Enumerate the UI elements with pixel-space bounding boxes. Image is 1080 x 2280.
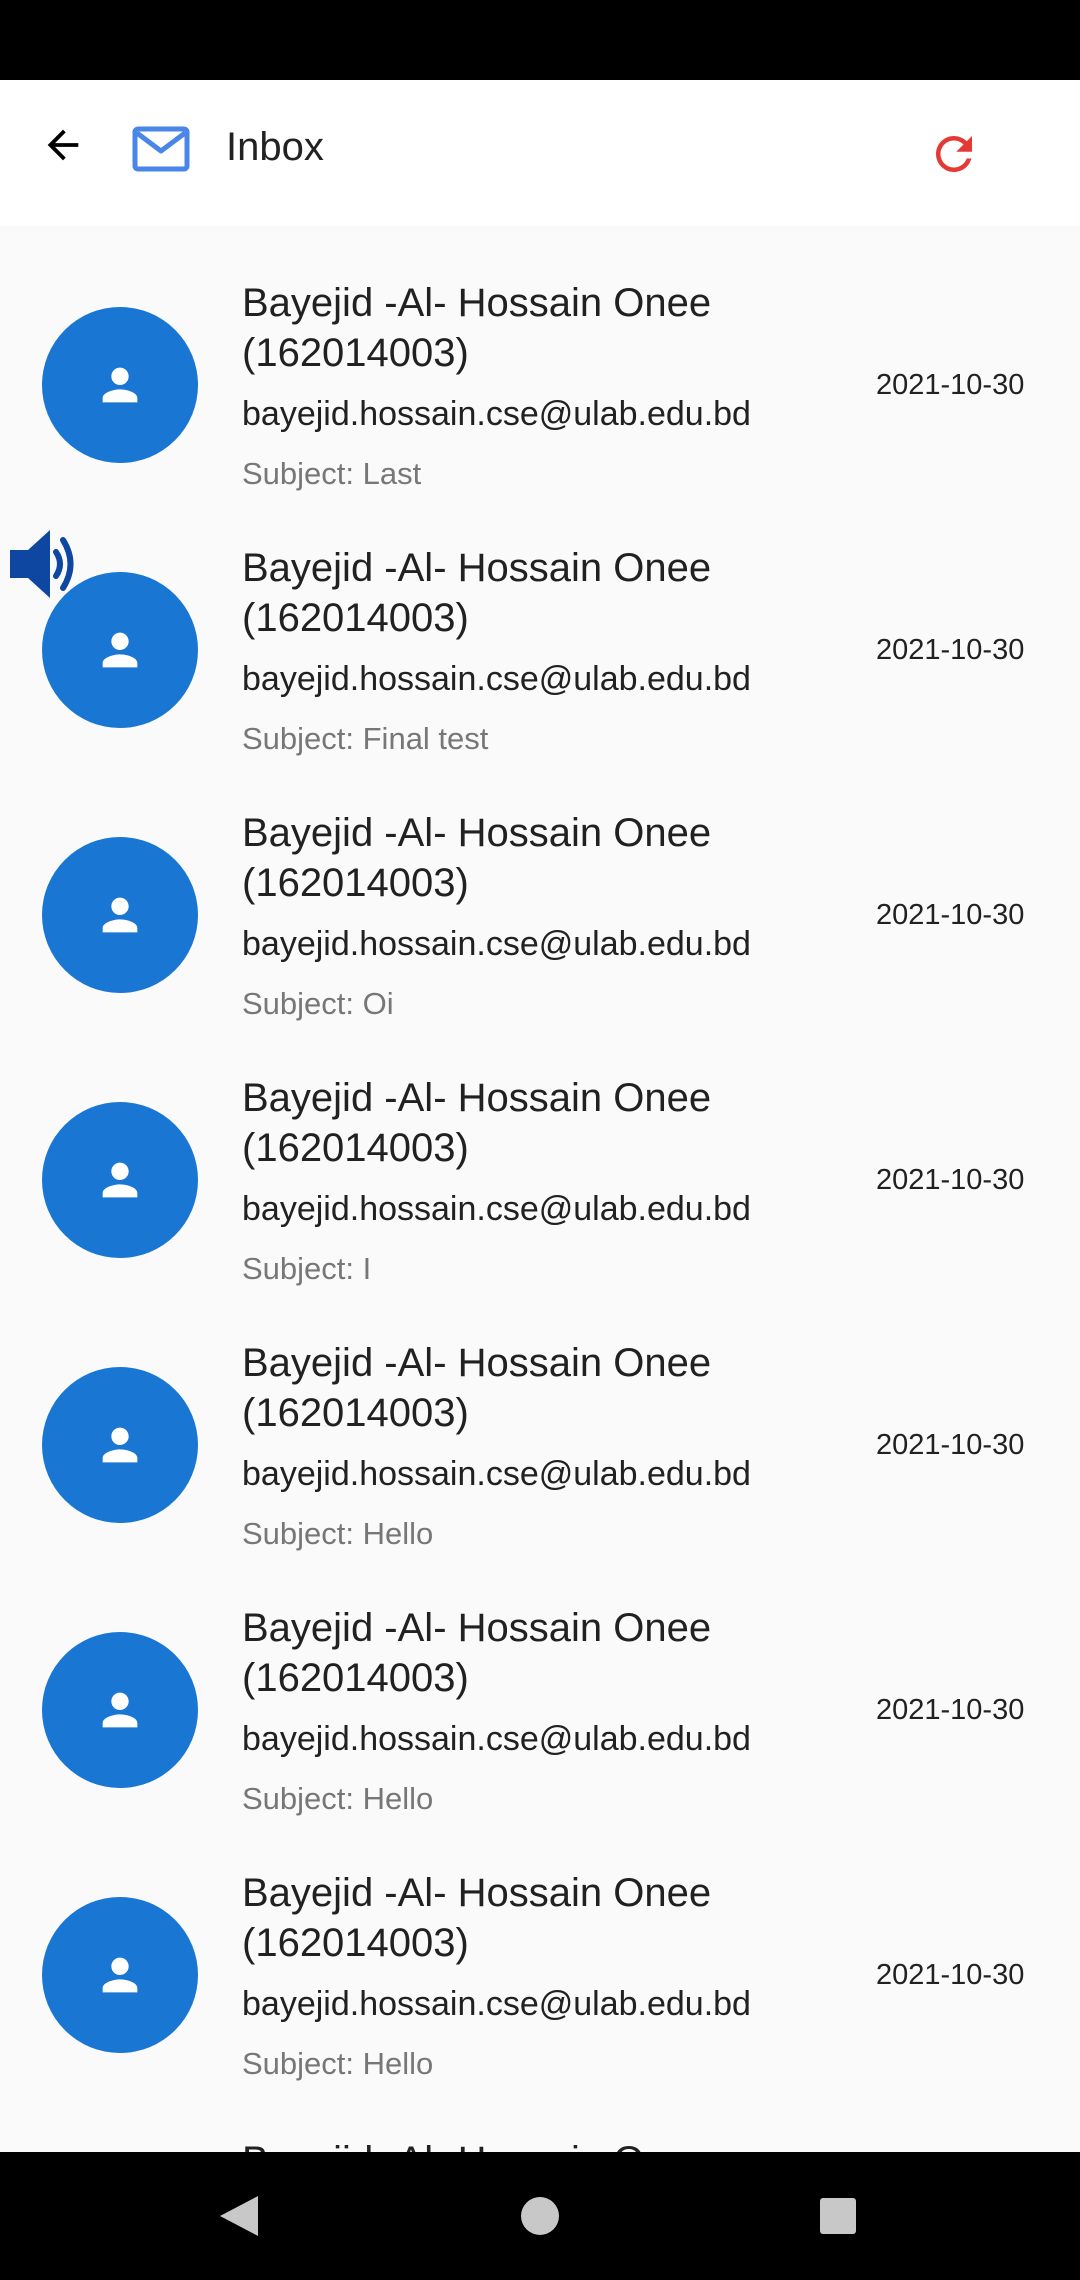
sender-email: bayejid.hossain.cse@ulab.edu.bd xyxy=(242,1985,751,2023)
sender-name: Bayejid -Al- Hossain Onee (162014003) xyxy=(242,1076,712,1170)
mail-icon xyxy=(132,126,190,172)
sender-email: bayejid.hossain.cse@ulab.edu.bd xyxy=(242,660,751,698)
email-date: 2021-10-30 xyxy=(876,1959,1025,1991)
volume-icon[interactable] xyxy=(8,526,80,602)
person-icon xyxy=(102,1692,138,1728)
sender-email: bayejid.hossain.cse@ulab.edu.bd xyxy=(242,1190,751,1228)
sender-name: Bayejid -Al- Hossain Onee (162014003) xyxy=(242,1871,712,1965)
email-subject: Subject: Hello xyxy=(242,2046,434,2081)
refresh-icon xyxy=(936,136,972,172)
email-date: 2021-10-30 xyxy=(876,634,1025,666)
back-button[interactable] xyxy=(28,110,98,180)
app-bar: Inbox xyxy=(0,80,1080,226)
email-subject: Subject: Hello xyxy=(242,1781,434,1816)
sender-name: Bayejid -Al- Hossain Onee (162014003) xyxy=(242,546,712,640)
circle-home-icon xyxy=(521,2197,559,2235)
status-bar xyxy=(0,0,1080,80)
sender-name: Bayejid -Al- Hossain Onee (162014003) xyxy=(242,1341,712,1435)
sender-email: bayejid.hossain.cse@ulab.edu.bd xyxy=(242,925,751,963)
person-icon xyxy=(102,897,138,933)
sender-name: Bayejid -Al- Hossain Onee (162014003) xyxy=(242,1606,712,1700)
sender-email: bayejid.hossain.cse@ulab.edu.bd xyxy=(242,395,751,433)
email-list-item[interactable]: Bayejid -Al- Hossain Onee (162014003) ba… xyxy=(0,756,1080,1021)
avatar xyxy=(42,837,198,993)
email-list-item[interactable]: Bayejid -Al- Hossain Onee (162014003) ba… xyxy=(0,491,1080,756)
arrow-back-icon xyxy=(47,129,79,161)
person-icon xyxy=(102,1427,138,1463)
square-recents-icon xyxy=(820,2198,856,2234)
avatar xyxy=(42,307,198,463)
email-subject: Subject: Final test xyxy=(242,721,489,756)
email-date: 2021-10-30 xyxy=(876,1164,1025,1196)
email-subject: Subject: Hello xyxy=(242,1516,434,1551)
nav-recents-button[interactable] xyxy=(798,2176,878,2256)
person-icon xyxy=(102,1957,138,1993)
sender-name: Bayejid -Al- Hossain Onee (162014003) xyxy=(242,811,712,905)
system-nav-bar xyxy=(0,2152,1080,2280)
page-title: Inbox xyxy=(226,125,324,169)
nav-back-button[interactable] xyxy=(198,2176,278,2256)
avatar xyxy=(42,1897,198,2053)
email-subject: Subject: Last xyxy=(242,456,422,491)
person-icon xyxy=(102,367,138,403)
avatar xyxy=(42,1632,198,1788)
person-icon xyxy=(102,1162,138,1198)
email-list[interactable]: Bayejid -Al- Hossain Onee (162014003) ba… xyxy=(0,226,1080,2152)
refresh-button[interactable] xyxy=(920,120,988,188)
email-date: 2021-10-30 xyxy=(876,369,1025,401)
nav-home-button[interactable] xyxy=(500,2176,580,2256)
email-date: 2021-10-30 xyxy=(876,1429,1025,1461)
email-subject: Subject: Oi xyxy=(242,986,394,1021)
email-date: 2021-10-30 xyxy=(876,899,1025,931)
person-icon xyxy=(102,632,138,668)
sender-email: bayejid.hossain.cse@ulab.edu.bd xyxy=(242,1455,751,1493)
email-list-item[interactable]: Bayejid -Al- Hossain Onee (162014003) ba… xyxy=(0,226,1080,491)
avatar xyxy=(42,1102,198,1258)
triangle-back-icon xyxy=(220,2196,258,2236)
sender-email: bayejid.hossain.cse@ulab.edu.bd xyxy=(242,1720,751,1758)
email-list-item[interactable]: Bayejid -Al- Hossain Onee (162014003) ba… xyxy=(0,1551,1080,1816)
email-date: 2021-10-30 xyxy=(876,1694,1025,1726)
email-list-item[interactable]: Bayejid -Al- Hossain Onee (162014003) ba… xyxy=(0,1286,1080,1551)
email-list-item[interactable]: Bayejid -Al- Hossain Onee (162014003) ba… xyxy=(0,1816,1080,2081)
sender-name: Bayejid -Al- Hossain Onee (162014003) xyxy=(242,281,712,375)
email-subject: Subject: I xyxy=(242,1251,372,1286)
avatar xyxy=(42,1367,198,1523)
email-list-item[interactable]: Bayejid -Al- Hossain Onee (162014003) ba… xyxy=(0,1021,1080,1286)
